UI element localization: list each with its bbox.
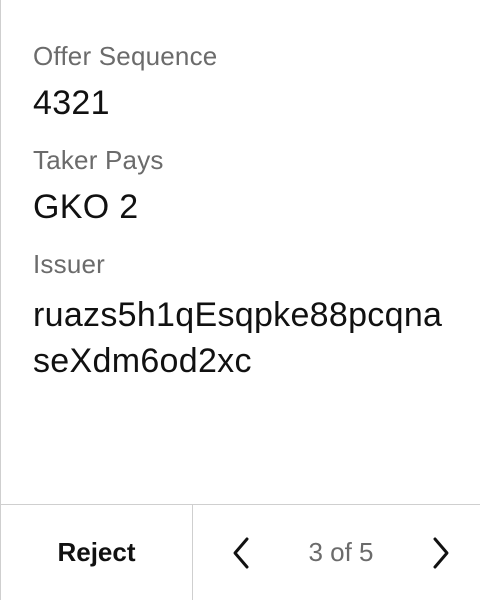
issuer-value: ruazs5h1qEsqpke88pcqnaseXdm6od2xc: [33, 296, 443, 380]
chevron-left-icon[interactable]: [227, 535, 255, 571]
taker-pays-field: Taker Pays GKO 2: [33, 144, 456, 228]
reject-button[interactable]: Reject: [1, 505, 193, 600]
offer-sequence-field: Offer Sequence 4321: [33, 40, 456, 124]
taker-pays-label: Taker Pays: [33, 145, 164, 175]
offer-sequence-label: Offer Sequence: [33, 41, 218, 71]
offer-sequence-value: 4321: [33, 84, 110, 122]
action-footer: Reject 3 of 5: [1, 504, 480, 600]
issuer-label: Issuer: [33, 249, 106, 279]
transaction-detail-card: Offer Sequence 4321 Taker Pays GKO 2 Iss…: [0, 0, 480, 600]
detail-fields: Offer Sequence 4321 Taker Pays GKO 2 Iss…: [33, 40, 456, 404]
chevron-right-icon[interactable]: [427, 535, 455, 571]
page-counter: 3 of 5: [308, 537, 374, 567]
pagination: 3 of 5: [193, 505, 480, 600]
issuer-field: Issuer ruazs5h1qEsqpke88pcqnaseXdm6od2xc: [33, 248, 456, 384]
taker-pays-value: GKO 2: [33, 188, 139, 226]
